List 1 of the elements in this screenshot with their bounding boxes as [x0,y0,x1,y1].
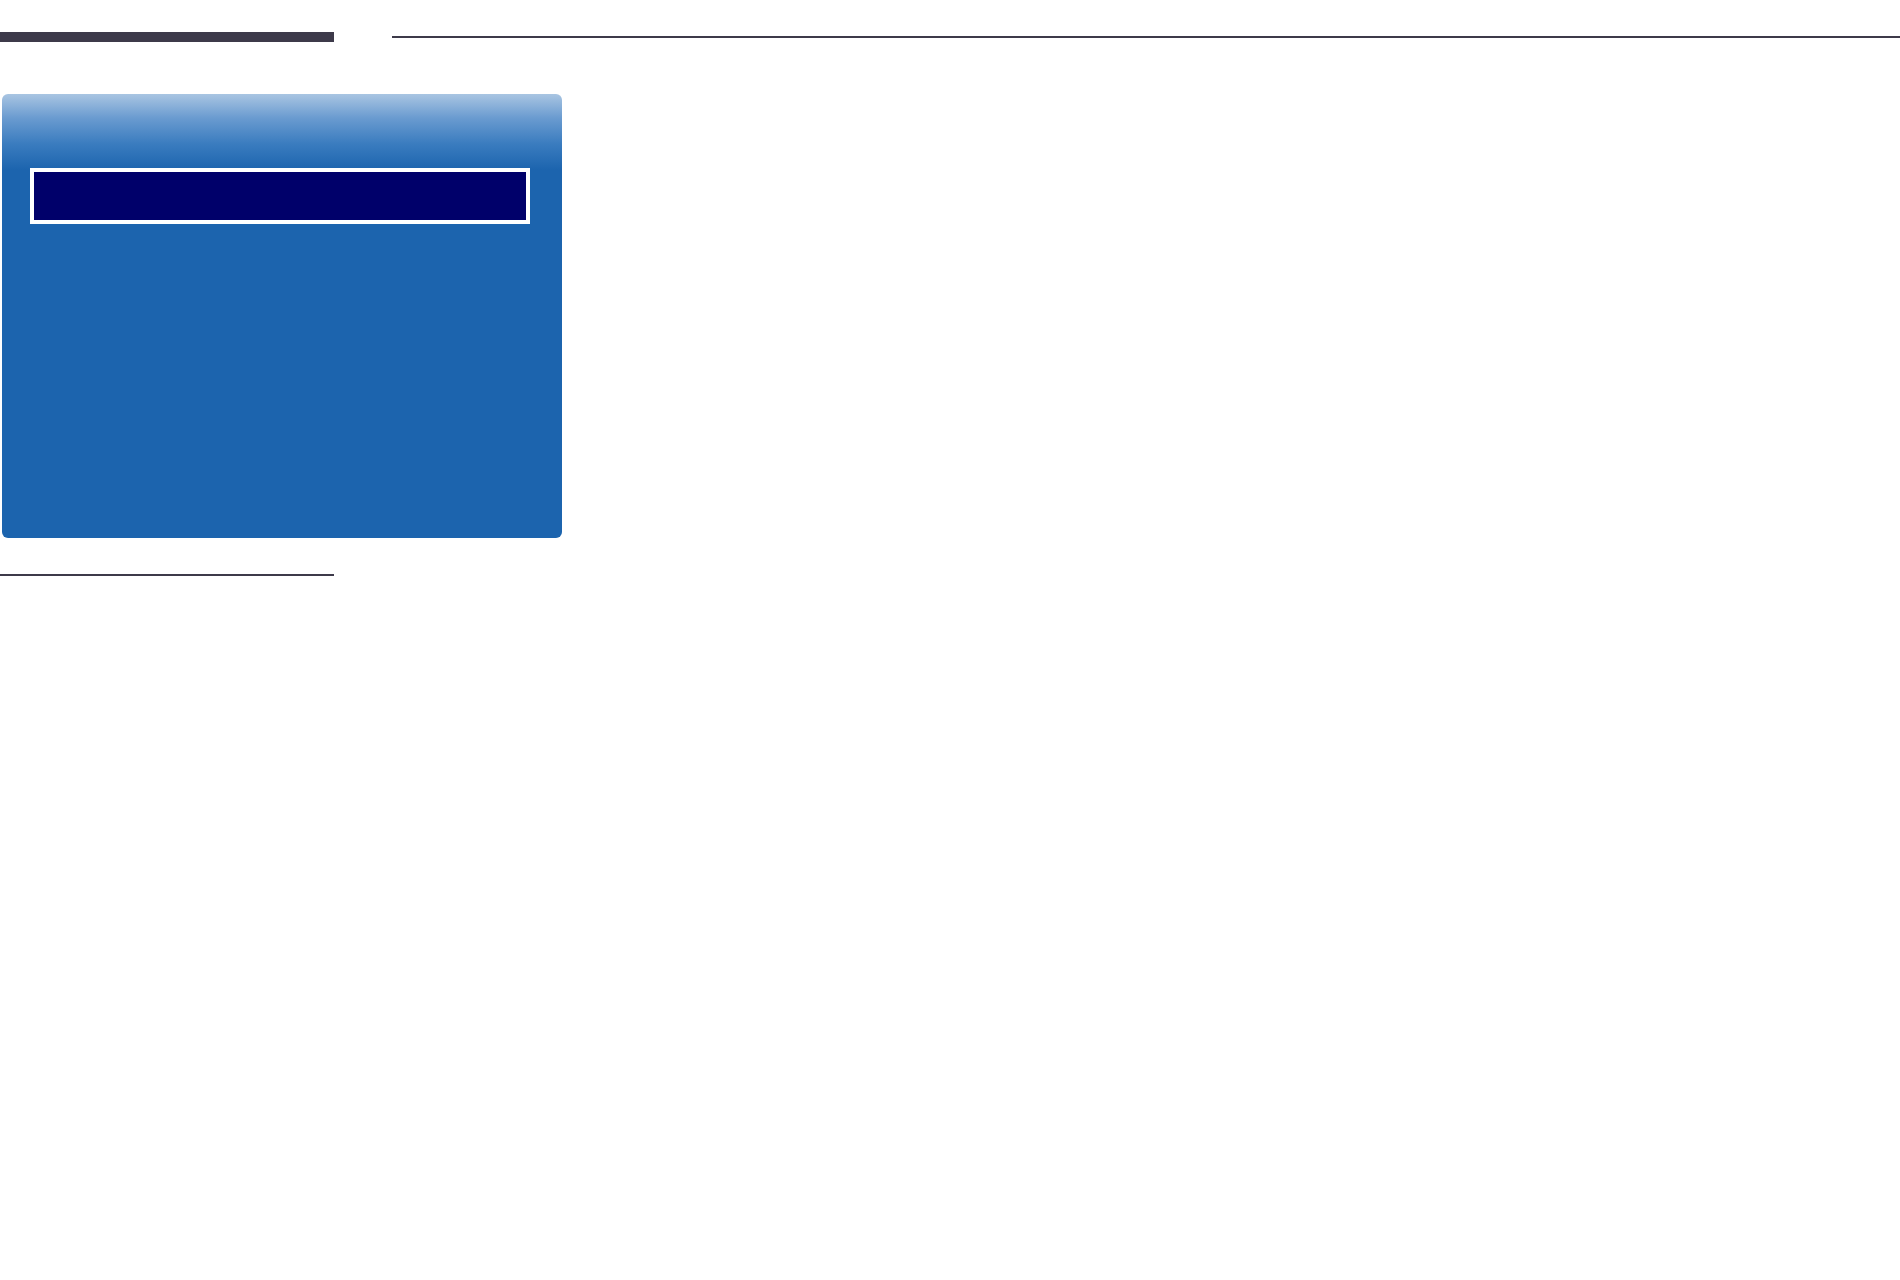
menu-item[interactable] [30,168,530,224]
